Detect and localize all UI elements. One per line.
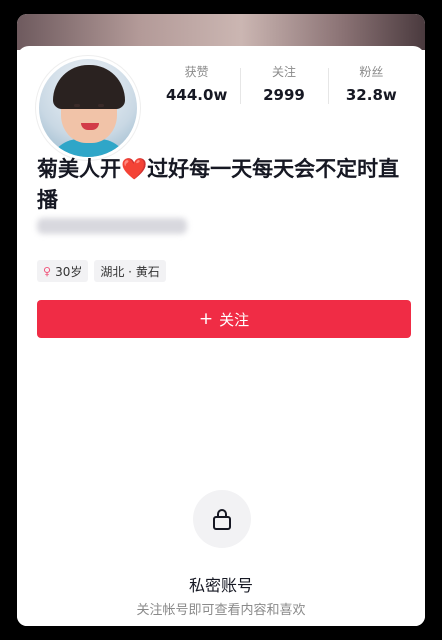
age-tag: ♀ 30岁	[37, 260, 89, 282]
private-account-title: 私密账号	[188, 576, 253, 595]
stat-following[interactable]: 关注 2999	[240, 64, 327, 114]
profile-stats: 获赞 444.0w 关注 2999 粉丝 32.8w	[153, 64, 415, 114]
profile-nickname: 菊美人开❤️过好每一天每天会不定时直播	[37, 157, 400, 212]
plus-icon: +	[198, 308, 214, 329]
female-icon: ♀	[43, 264, 52, 278]
location-label: 湖北 · 黄石	[100, 264, 160, 279]
profile-screen: 获赞 444.0w 关注 2999 粉丝 32.8w 菊美人开❤️过好每一天每天…	[17, 14, 425, 626]
stat-label: 粉丝	[359, 65, 384, 79]
stat-likes[interactable]: 获赞 444.0w	[153, 64, 240, 114]
profile-cover-image[interactable]	[17, 14, 425, 50]
age-label: 30岁	[55, 264, 83, 279]
stat-label: 关注	[271, 65, 296, 79]
stat-label: 获赞	[184, 65, 209, 79]
blurred-account-id	[37, 218, 187, 234]
profile-tags: ♀ 30岁 湖北 · 黄石	[37, 260, 166, 282]
lock-icon	[213, 509, 231, 530]
stat-value: 2999	[263, 86, 305, 104]
avatar[interactable]	[36, 56, 140, 160]
profile-header-card: 获赞 444.0w 关注 2999 粉丝 32.8w 菊美人开❤️过好每一天每天…	[17, 46, 425, 626]
location-tag: 湖北 · 黄石	[94, 260, 166, 282]
follow-button[interactable]: + 关注	[37, 300, 411, 338]
stat-value: 32.8w	[345, 86, 397, 104]
avatar-image	[39, 59, 137, 157]
stat-value: 444.0w	[166, 86, 228, 104]
follow-button-label: 关注	[219, 310, 250, 329]
private-account-subtitle: 关注帐号即可查看内容和喜欢	[136, 603, 306, 618]
lock-icon-badge	[193, 490, 251, 548]
stat-followers[interactable]: 粉丝 32.8w	[327, 64, 415, 114]
